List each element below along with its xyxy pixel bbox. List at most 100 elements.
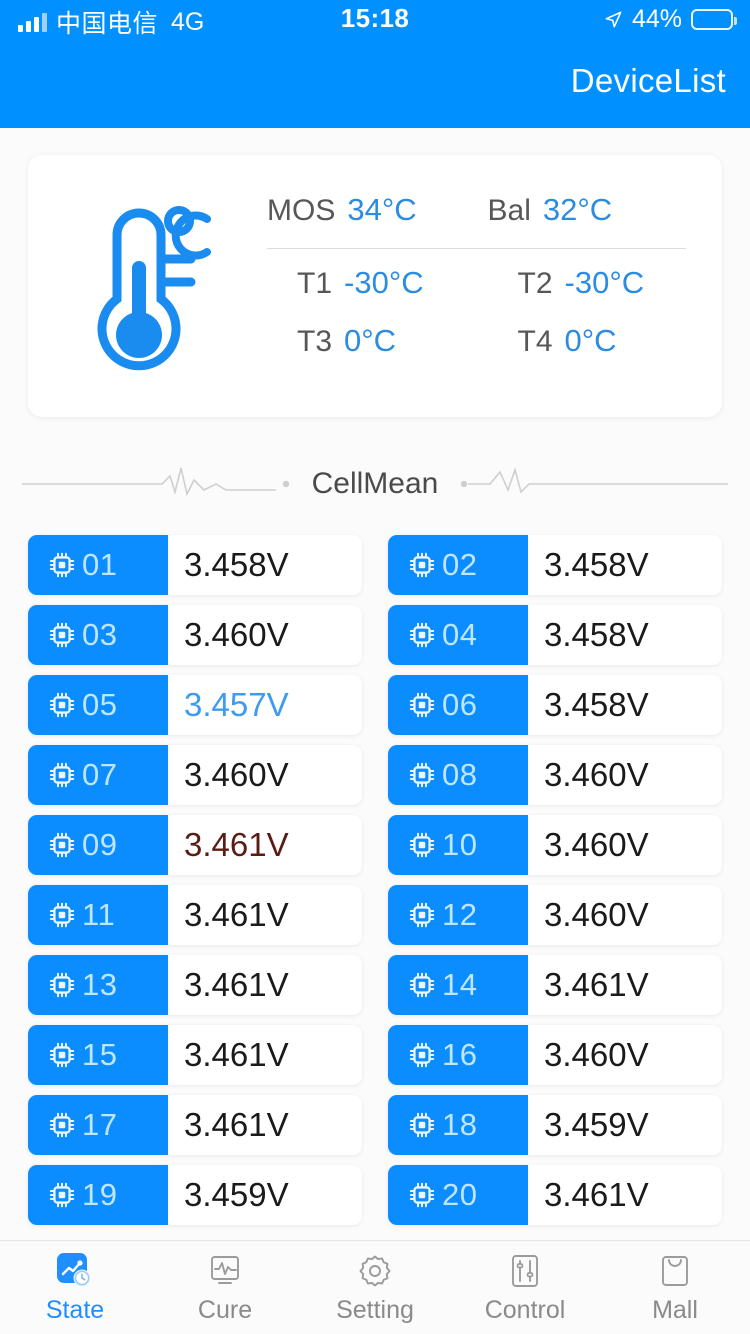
cell-item[interactable]: 01 3.458V (28, 535, 362, 595)
tab-control[interactable]: Control (450, 1241, 600, 1334)
cell-item[interactable]: 18 3.459V (388, 1095, 722, 1155)
status-bar: 中国电信 4G 15:18 44% (0, 0, 750, 44)
cell-badge: 01 (28, 535, 168, 595)
card-divider (267, 247, 686, 249)
cell-id-label: 05 (82, 687, 118, 722)
chip-icon (49, 972, 75, 998)
temperature-row-primary: MOS 34°C Bal 32°C (253, 192, 686, 228)
state-chart-clock-icon (55, 1251, 95, 1291)
cell-voltage-label: 3.458V (544, 686, 649, 723)
cell-item[interactable]: 02 3.458V (388, 535, 722, 595)
cell-voltage-label: 3.460V (184, 756, 289, 793)
cell-id-label: 12 (442, 897, 478, 932)
cell-item[interactable]: 17 3.461V (28, 1095, 362, 1155)
cell-item[interactable]: 08 3.460V (388, 745, 722, 805)
cell-id-label: 09 (82, 827, 118, 862)
cell-id-label: 17 (82, 1107, 118, 1142)
thermometer-celsius-icon (28, 199, 253, 374)
chip-icon (49, 552, 75, 578)
cell-badge: 15 (28, 1025, 168, 1085)
cell-badge: 05 (28, 675, 168, 735)
reading-mos: MOS 34°C (253, 192, 466, 228)
cell-badge: 07 (28, 745, 168, 805)
chip-icon (409, 1112, 435, 1138)
cell-item[interactable]: 16 3.460V (388, 1025, 722, 1085)
chip-icon (409, 902, 435, 928)
cell-voltage-label: 3.458V (184, 546, 289, 583)
location-arrow-icon (605, 11, 622, 28)
cellmean-section-divider: CellMean (0, 455, 750, 513)
chip-icon (49, 832, 75, 858)
reading-value: 0°C (564, 322, 617, 358)
reading-bal: Bal 32°C (466, 192, 687, 228)
cell-voltage-label: 3.458V (544, 546, 649, 583)
temperature-row-t3-t4: T3 0°C T4 0°C (253, 323, 686, 359)
cell-badge: 17 (28, 1095, 168, 1155)
tab-mall[interactable]: Mall (600, 1241, 750, 1334)
chip-icon (409, 552, 435, 578)
cell-item[interactable]: 20 3.461V (388, 1165, 722, 1225)
cell-badge: 19 (28, 1165, 168, 1225)
cell-item[interactable]: 13 3.461V (28, 955, 362, 1015)
cell-badge: 20 (388, 1165, 528, 1225)
cell-item[interactable]: 05 3.457V (28, 675, 362, 735)
cell-item[interactable]: 14 3.461V (388, 955, 722, 1015)
reading-label: MOS (267, 193, 336, 227)
chip-icon (49, 1112, 75, 1138)
cell-badge: 13 (28, 955, 168, 1015)
cell-voltage-label: 3.458V (544, 616, 649, 653)
cell-voltage-label: 3.461V (184, 1036, 289, 1073)
cell-item[interactable]: 06 3.458V (388, 675, 722, 735)
cell-item[interactable]: 09 3.461V (28, 815, 362, 875)
tab-label: Mall (652, 1295, 698, 1324)
cell-item[interactable]: 03 3.460V (28, 605, 362, 665)
cell-voltage-label: 3.460V (544, 1036, 649, 1073)
cell-badge: 11 (28, 885, 168, 945)
app-header: 中国电信 4G 15:18 44% DeviceList (0, 0, 750, 128)
cell-item[interactable]: 12 3.460V (388, 885, 722, 945)
cell-voltage-grid: 01 3.458V 02 3.458V 03 3.460V 04 3.458V 05 3.457V… (28, 535, 722, 1225)
tab-setting[interactable]: Setting (300, 1241, 450, 1334)
reading-t4: T4 0°C (466, 323, 687, 359)
chip-icon (409, 972, 435, 998)
chip-icon (409, 1182, 435, 1208)
cell-id-label: 20 (442, 1177, 478, 1212)
reading-value: -30°C (564, 264, 645, 300)
cell-item[interactable]: 11 3.461V (28, 885, 362, 945)
cell-id-label: 03 (82, 617, 118, 652)
monitor-waveform-icon (205, 1251, 245, 1291)
cell-voltage-label: 3.461V (184, 826, 289, 863)
cell-item[interactable]: 04 3.458V (388, 605, 722, 665)
chip-icon (409, 832, 435, 858)
cell-item[interactable]: 07 3.460V (28, 745, 362, 805)
cell-item[interactable]: 19 3.459V (28, 1165, 362, 1225)
cell-badge: 12 (388, 885, 528, 945)
cell-voltage-label: 3.461V (184, 966, 289, 1003)
cell-voltage-label: 3.461V (544, 966, 649, 1003)
tab-state[interactable]: State (0, 1241, 150, 1334)
temperature-card: MOS 34°C Bal 32°C T1 -30°C T2 -30°C T3 0… (28, 155, 722, 417)
battery-percent-label: 44% (631, 5, 682, 33)
cell-item[interactable]: 15 3.461V (28, 1025, 362, 1085)
cell-id-label: 18 (442, 1107, 478, 1142)
chip-icon (49, 622, 75, 648)
cell-voltage-label: 3.460V (544, 826, 649, 863)
cellmean-label: CellMean (311, 467, 439, 500)
cell-id-label: 06 (442, 687, 478, 722)
tab-cure[interactable]: Cure (150, 1241, 300, 1334)
chip-icon (49, 1182, 75, 1208)
sliders-icon (505, 1251, 545, 1291)
reading-value: 34°C (347, 191, 417, 227)
battery-icon (691, 9, 737, 30)
chip-icon (409, 692, 435, 718)
tab-label: Setting (336, 1295, 414, 1324)
page-title[interactable]: DeviceList (571, 62, 726, 100)
cell-id-label: 14 (442, 967, 478, 1002)
cell-item[interactable]: 10 3.460V (388, 815, 722, 875)
cell-badge: 03 (28, 605, 168, 665)
tab-label: Control (484, 1295, 566, 1324)
cell-voltage-label: 3.459V (184, 1176, 289, 1213)
cell-id-label: 19 (82, 1177, 118, 1212)
cell-id-label: 16 (442, 1037, 478, 1072)
cell-voltage-label: 3.457V (184, 686, 289, 723)
